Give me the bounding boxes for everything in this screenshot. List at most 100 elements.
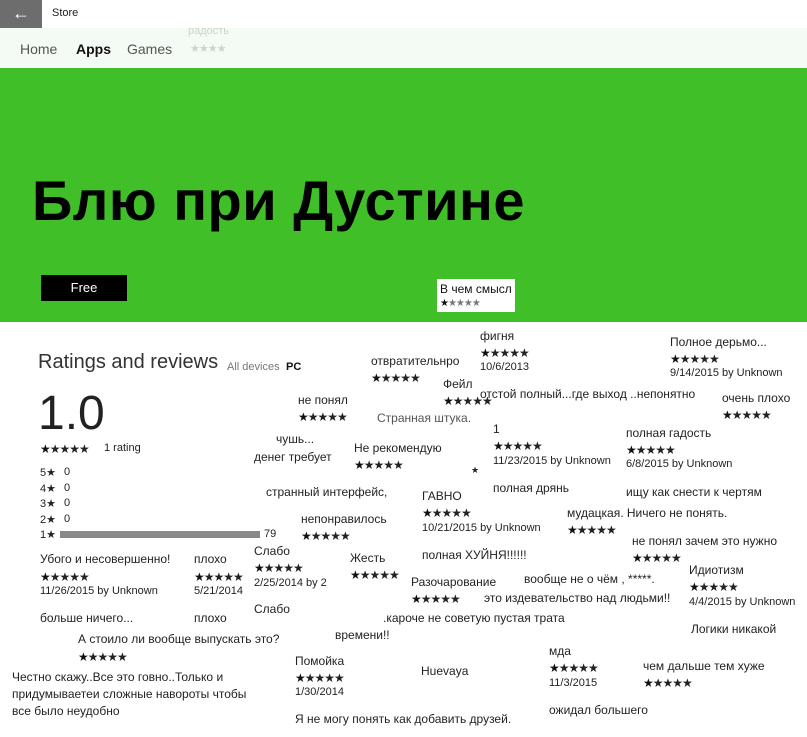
review-stars: ★★★★★ [480,346,530,360]
review-title: Помойка [295,654,345,668]
breakdown-count: 0 [64,513,71,525]
review-title: .кароче не советую пустая трата [383,611,565,625]
free-button[interactable]: Free [41,275,127,301]
review-title: Полное дерьмо... [670,335,767,349]
review-stars: ★★★★★ [350,568,400,582]
review-title: это издевательство над людьми!! [484,591,671,605]
filter-pc[interactable]: PC [286,361,301,373]
review-title: мда [549,644,571,658]
review-meta: 11/3/2015 [549,677,598,689]
review-stars: ★★★★★ [643,676,693,690]
review-stars: ★★★★★ [549,661,599,675]
review-title: полная гадость [626,426,712,440]
title-bar: ← Store [0,0,807,28]
review-meta: 11/26/2015 by Unknown [40,585,158,597]
review-meta: 6/8/2015 by Unknown [626,458,733,470]
ghost-stars: ★★★★ [190,43,226,55]
review-meta: 10/21/2015 by Unknown [422,522,541,534]
review-title: Логики никакой [691,622,777,636]
review-stars: ★★★★★ [493,439,543,453]
review-title: Странная штука. [377,411,472,425]
review-meta: 11/23/2015 by Unknown [493,455,611,467]
review-title: странный интерфейс, [266,485,388,499]
review-title: ГАВНО [422,489,462,503]
average-stars: ★★★★★ [40,442,90,456]
breakdown-label: 2★ [40,514,56,526]
breakdown-label: 5★ [40,467,56,479]
review-stars: ★★★★★ [295,671,345,685]
review-meta: 5/21/2014 [194,585,243,597]
review-title: полная дрянь [493,481,569,495]
breakdown-count: 0 [64,466,71,478]
review-stars: ★★★★★ [301,529,351,543]
review-stars: ★★★★★ [40,570,90,584]
review-stars: ★★★★★ [689,580,739,594]
review-stars: ★★★★★ [194,570,244,584]
review-stars: ★★★★★ [354,458,404,472]
nav-apps[interactable]: Apps [76,41,111,57]
hero-banner: Блю при Дустине Free В чем смысл ★★★★★ [0,68,807,322]
review-title: Huevaya [421,664,469,678]
review-stars: ★★★★★ [722,408,772,422]
breakdown-count: 0 [64,497,71,509]
one-star-bar [60,531,260,538]
review-title: ищу как снести к чертям [626,485,762,499]
review-stars: ★★★★★ [298,410,348,424]
review-title: Жесть [350,551,386,565]
review-title: больше ничего... [40,611,134,625]
breakdown-label: 1★ [40,529,56,541]
review-title: А стоило ли вообще выпускать это? [78,632,280,646]
review-title: чем дальше тем хуже [643,659,765,673]
review-meta: 4/4/2015 by Unknown [689,596,796,608]
review-title: все было неудобно [12,704,120,718]
average-score: 1.0 [38,387,105,440]
filter-all-devices[interactable]: All devices [227,361,280,373]
review-title: денег требует [254,450,332,464]
review-stars: ★★★★★ [254,561,304,575]
review-title: мудацкая. Ничего не понять. [567,506,728,520]
review-title: плохо [194,552,227,566]
review-title: не понял [298,393,348,407]
review-title: вообще не о чём , *****. [524,572,655,586]
app-title: Store [52,7,79,19]
back-arrow-icon[interactable]: ← [0,0,42,28]
review-title: очень плохо [722,391,791,405]
review-meta: 1/30/2014 [295,686,344,698]
review-title: ожидал большего [549,703,648,717]
review-stars: ★★★★★ [567,523,617,537]
review-title: полная ХУЙНЯ!!!!!! [422,548,527,562]
review-title: Честно скажу..Все это говно..Только и [12,670,224,684]
review-stars: ★★★★★ [371,371,421,385]
review-stars: ★★★★★ [422,506,472,520]
review-title: плохо [194,611,227,625]
breakdown-label: 4★ [40,483,56,495]
rating-count: 1 rating [104,442,141,454]
review-title: 1 [493,422,500,436]
review-title: придумываетеи сложные навороты чтобы [12,687,247,701]
nav-games[interactable]: Games [127,41,172,57]
review-title: Слабо [254,544,290,558]
review-title: не понял зачем это нужно [632,534,778,548]
review-title: Я не могу понять как добавить друзей. [295,712,512,726]
review-title: фигня [480,329,515,343]
review-stars: ★★★★★ [632,551,682,565]
ghost-review-text: радость [188,25,230,37]
review-stars: ★★★★★ [626,443,676,457]
review-title: Убого и несовершенно! [40,552,171,566]
review-stars: ★★★★★ [78,650,128,664]
breakdown-label: 3★ [40,498,56,510]
hero-review-title: В чем смысл [440,282,512,296]
review-stars: ★★★★★ [411,592,461,606]
review-title: отстой полный...где выход ..непонятно [480,387,696,401]
breakdown-count: 0 [64,482,71,494]
review-title: чушь... [276,432,315,446]
review-stars: ★★★★★ [670,352,720,366]
review-meta: 2/25/2014 by 2 [254,577,327,589]
hero-review-stars: ★★★★★ [440,298,481,309]
ratings-heading: Ratings and reviews [38,351,219,373]
app-hero-title: Блю при Дустине [32,169,526,232]
nav-home[interactable]: Home [20,41,57,57]
review-meta: 10/6/2013 [480,361,529,373]
review-title: времени!! [335,628,390,642]
review-title: Разочарование [411,575,497,589]
